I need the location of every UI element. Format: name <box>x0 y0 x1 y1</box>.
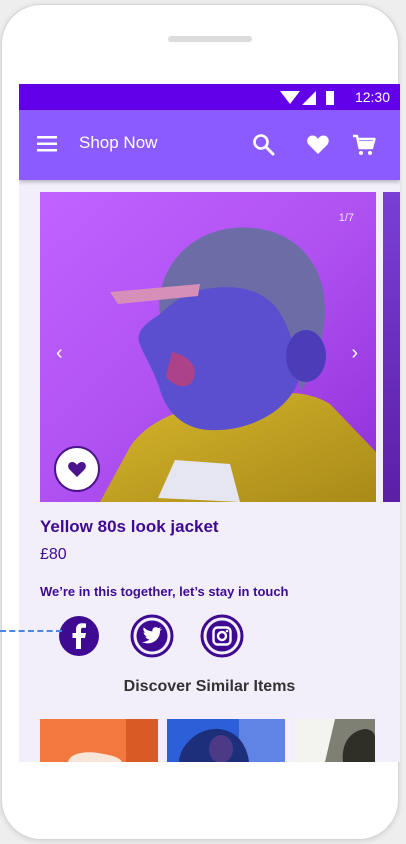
next-image-peek[interactable] <box>383 192 400 502</box>
wifi-icon <box>280 91 300 104</box>
heart-icon <box>68 462 86 477</box>
product-image-carousel[interactable]: 1/7 ‹ › <box>40 192 376 502</box>
cart-icon[interactable] <box>351 132 377 158</box>
annotation-connector-line <box>0 630 62 632</box>
status-bar: 12:30 <box>19 84 400 110</box>
product-price: £80 <box>40 546 67 563</box>
status-time: 12:30 <box>354 89 390 105</box>
image-counter: 1/7 <box>338 212 354 224</box>
heart-icon[interactable] <box>305 132 331 158</box>
product-title: Yellow 80s look jacket <box>40 517 219 536</box>
menu-icon[interactable] <box>37 135 59 153</box>
instagram-icon[interactable] <box>200 614 244 658</box>
battery-icon <box>326 91 334 105</box>
status-icons <box>280 91 334 105</box>
twitter-icon[interactable] <box>130 614 174 658</box>
search-icon[interactable] <box>251 132 277 158</box>
favorite-button[interactable] <box>54 446 100 492</box>
social-heading: We’re in this together, let’s stay in to… <box>40 584 289 599</box>
signal-icon <box>302 91 316 105</box>
app-screen: 12:30 Shop Now 1/7 ‹ › Yellow 80s look j… <box>19 84 400 762</box>
similar-item-thumbnail[interactable] <box>167 719 285 762</box>
next-image-arrow[interactable]: › <box>351 342 358 365</box>
facebook-icon[interactable] <box>57 614 101 658</box>
app-title: Shop Now <box>79 133 158 152</box>
phone-speaker <box>168 36 252 42</box>
app-bar: Shop Now <box>19 110 400 180</box>
similar-items-heading: Discover Similar Items <box>123 678 296 695</box>
prev-image-arrow[interactable]: ‹ <box>56 342 63 365</box>
similar-item-thumbnail[interactable] <box>295 719 375 762</box>
similar-item-thumbnail[interactable] <box>40 719 158 762</box>
